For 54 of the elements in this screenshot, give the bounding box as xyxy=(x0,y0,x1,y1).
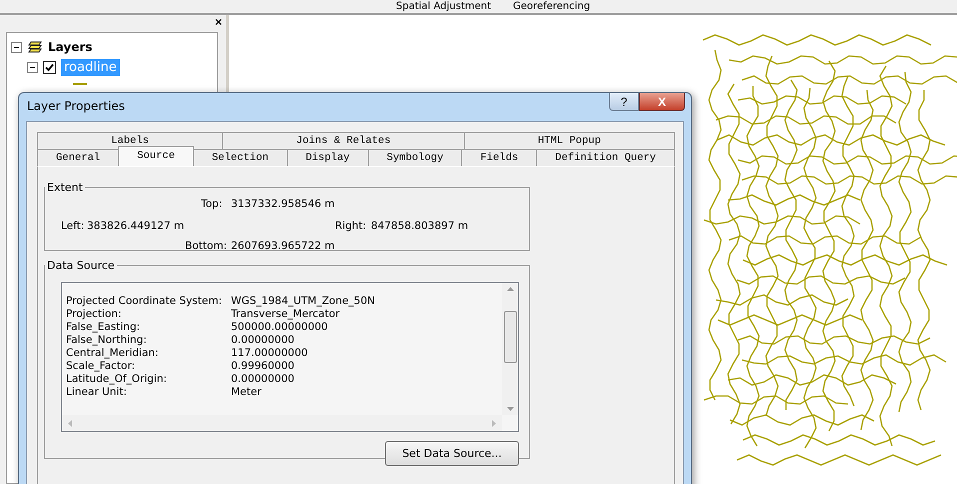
line-symbol-icon xyxy=(73,83,87,85)
layers-icon xyxy=(27,40,43,54)
property-name: Latitude_Of_Origin: xyxy=(66,373,168,386)
tab[interactable]: General xyxy=(37,149,120,166)
tab[interactable]: HTML Popup xyxy=(464,132,675,149)
tab[interactable]: Definition Query xyxy=(536,149,675,166)
property-value: WGS_1984_UTM_Zone_50N xyxy=(231,295,376,308)
property-name: Central_Meridian: xyxy=(66,347,160,360)
property-value: 117.00000000 xyxy=(231,347,309,360)
property-name: Scale_Factor: xyxy=(66,360,136,373)
property-value: 500000.00000000 xyxy=(231,321,329,334)
property-value: 0.00000000 xyxy=(231,334,296,347)
vertical-scrollbar[interactable] xyxy=(502,283,518,415)
property-name: Linear Unit: xyxy=(66,386,128,399)
group-title: Data Source xyxy=(46,259,116,272)
horizontal-scrollbar[interactable] xyxy=(62,415,502,431)
tab[interactable]: Display xyxy=(286,149,369,166)
field-label: Bottom: xyxy=(185,240,228,252)
field-value: 847858.803897 m xyxy=(371,220,468,232)
collapse-icon[interactable] xyxy=(27,62,38,72)
property-value: Transverse_Mercator xyxy=(231,308,341,321)
tab[interactable]: Selection xyxy=(192,149,288,166)
property-name: Projected Coordinate System: xyxy=(66,295,223,308)
field-label: Right: xyxy=(335,220,366,232)
tab[interactable]: Labels xyxy=(37,132,224,149)
tree-item[interactable]: Layers xyxy=(48,40,92,54)
toolbar-button[interactable]: Georeferencing xyxy=(507,0,596,12)
property-name: False_Northing: xyxy=(66,334,148,347)
help-button[interactable]: ? xyxy=(609,93,639,111)
scroll-left-icon[interactable] xyxy=(68,420,72,426)
property-value: 0.99960000 xyxy=(231,360,296,373)
tab[interactable]: Joins & Relates xyxy=(222,132,465,149)
tab[interactable]: Symbology xyxy=(368,149,462,166)
field-value: 3137332.958546 m xyxy=(231,198,335,210)
collapse-icon[interactable] xyxy=(11,42,22,52)
close-button[interactable]: × xyxy=(214,16,222,28)
group-title: Extent xyxy=(46,181,84,194)
window-title: Layer Properties xyxy=(27,99,125,113)
scroll-up-icon[interactable] xyxy=(506,287,514,291)
field-value: 2607693.965722 m xyxy=(231,240,335,252)
field-label: Left: xyxy=(61,220,84,232)
toolbar-button[interactable]: Spatial Adjustment xyxy=(390,0,498,12)
tab[interactable]: Source xyxy=(118,146,194,166)
field-label: Top: xyxy=(201,198,222,210)
property-name: False_Easting: xyxy=(66,321,142,334)
field-value: 383826.449127 m xyxy=(87,220,184,232)
set-data-source-button[interactable]: Set Data Source... xyxy=(385,441,519,466)
property-value: Meter xyxy=(231,386,262,399)
checkbox[interactable] xyxy=(43,60,56,74)
tab[interactable]: Fields xyxy=(461,149,538,166)
property-value: 0.00000000 xyxy=(231,373,296,386)
scroll-right-icon[interactable] xyxy=(492,420,496,426)
scroll-down-icon[interactable] xyxy=(506,407,514,411)
property-name: Projection: xyxy=(66,308,122,321)
